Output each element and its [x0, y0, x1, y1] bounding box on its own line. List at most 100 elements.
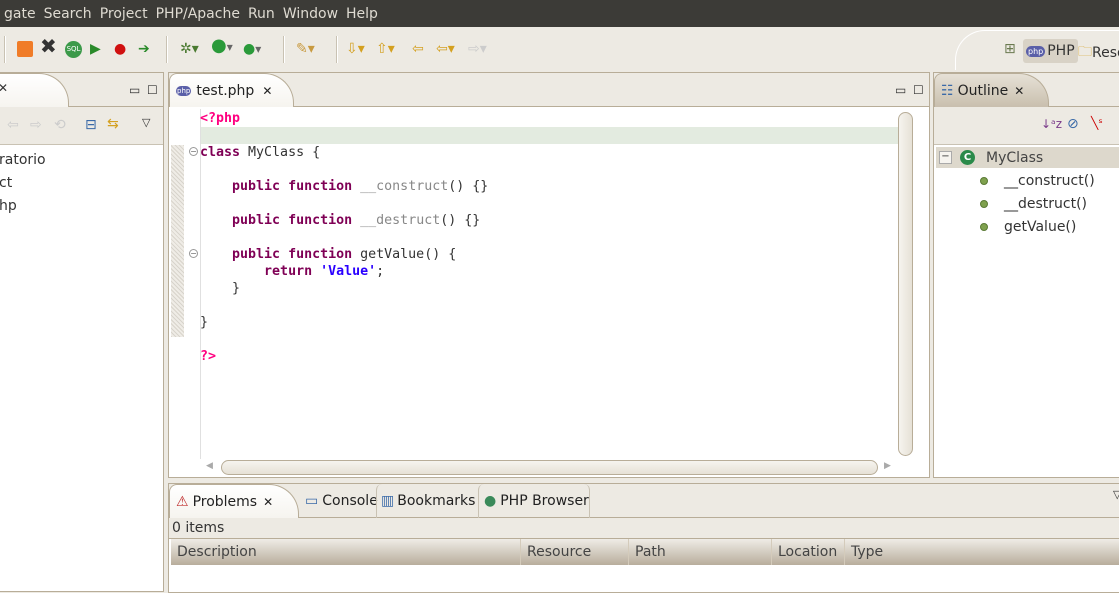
explorer-panel: ✕ ▭ ☐ ⇦ ⇨ ⟲ ⊟ ⇆ ▽ ratorio ct hp [0, 72, 164, 592]
sql-icon[interactable]: SQL [65, 41, 82, 58]
close-icon[interactable]: ✕ [262, 84, 272, 98]
explorer-tab-header: ✕ ▭ ☐ [0, 73, 163, 108]
tree-item[interactable]: hp [0, 195, 46, 218]
tree-item[interactable]: ct [0, 172, 46, 195]
debug-icon[interactable]: ✲▾ [180, 39, 199, 59]
scroll-right-icon[interactable]: ▶ [884, 461, 891, 471]
code-line[interactable]: public function __destruct() {} [200, 212, 480, 229]
apache-stop-icon[interactable]: ● [114, 39, 126, 59]
tab-php-browser[interactable]: ● PHP Browser [478, 484, 590, 518]
close-icon[interactable]: ✕ [263, 495, 273, 509]
maximize-icon[interactable]: ☐ [913, 83, 924, 97]
code-token: class [200, 145, 241, 160]
close-icon[interactable]: ✕ [0, 81, 8, 95]
folder-icon: 🗀 [1078, 44, 1092, 60]
maximize-icon[interactable]: ☐ [147, 83, 158, 97]
hide-fields-icon[interactable]: ⊘ [1067, 116, 1079, 132]
up-icon[interactable]: ⟲ [54, 117, 66, 133]
tab-console[interactable]: ▭ Console [299, 484, 378, 518]
code-line[interactable]: public function __construct() {} [200, 178, 488, 195]
problems-table-header: Description Resource Path Location Type [171, 539, 1119, 565]
code-line[interactable]: return 'Value'; [200, 263, 384, 280]
xampp-stop-icon[interactable]: ✖ [40, 36, 57, 56]
class-icon: C [960, 150, 975, 165]
menu-run[interactable]: Run [248, 6, 275, 22]
outline-item[interactable]: __destruct() [980, 193, 1095, 216]
hide-static-icon[interactable]: ╲ˢ [1091, 116, 1103, 130]
perspective-resource-button[interactable]: 🗀 Reso [1078, 41, 1119, 65]
prev-annotation-icon[interactable]: ⇧▾ [376, 39, 395, 59]
apache-start-icon[interactable]: ▶ [90, 39, 101, 59]
code-line[interactable]: ?> [200, 348, 216, 365]
explorer-tree: ratorio ct hp [0, 149, 46, 218]
vertical-scrollbar[interactable] [898, 112, 913, 456]
xampp-icon[interactable] [17, 41, 33, 57]
collapse-icon[interactable]: − [939, 151, 952, 164]
column-type[interactable]: Type [845, 539, 1119, 565]
external-tools-icon[interactable]: ●▾ [243, 39, 261, 59]
open-perspective-icon[interactable]: ⊞ [1004, 39, 1016, 59]
code-line[interactable]: } [200, 314, 208, 331]
column-location[interactable]: Location [772, 539, 845, 565]
last-edit-icon[interactable]: ⇦ [412, 39, 424, 59]
run-icon[interactable]: ●▾ [211, 36, 233, 57]
menu-bar: gate Search Project PHP/Apache Run Windo… [0, 0, 1119, 27]
outline-toolbar: ↓ᵃz ⊘ ╲ˢ [934, 107, 1119, 145]
tab-bookmarks[interactable]: ▥ Bookmarks [376, 484, 478, 518]
menu-project[interactable]: Project [100, 6, 148, 22]
outline-tab[interactable]: ☷ Outline ✕ [934, 73, 1049, 107]
menu-search[interactable]: Search [44, 6, 92, 22]
tab-label: Console [322, 493, 378, 509]
menu-navigate[interactable]: gate [4, 6, 36, 22]
bookmarks-icon: ▥ [381, 493, 395, 509]
code-token: () {} [440, 213, 481, 228]
editor-tab-test-php[interactable]: php test.php ✕ [169, 73, 294, 107]
column-path[interactable]: Path [629, 539, 772, 565]
bottom-tab-header: ⚠ Problems ✕ ▭ Console ▥ Bookmarks ● PHP Br… [169, 484, 1119, 518]
outline-class-label: MyClass [986, 149, 1044, 166]
forward-icon[interactable]: ⇨ [30, 117, 42, 133]
column-resource[interactable]: Resource [521, 539, 629, 565]
editor-tab-header: php test.php ✕ ▭ ☐ [169, 73, 929, 107]
forward-icon[interactable]: ⇨▾ [468, 39, 487, 59]
tab-problems[interactable]: ⚠ Problems ✕ [169, 484, 299, 518]
column-description[interactable]: Description [171, 539, 521, 565]
tree-item[interactable]: ratorio [0, 149, 46, 172]
php-file-icon: php [176, 85, 192, 96]
tab-label: PHP Browser [500, 493, 589, 509]
apache-restart-icon[interactable]: ➔ [138, 39, 150, 59]
outline-class-row[interactable]: − C MyClass [936, 147, 1119, 168]
back-icon[interactable]: ⇦▾ [436, 39, 455, 59]
link-editor-icon[interactable]: ⇆ [107, 116, 119, 132]
sort-icon[interactable]: ↓ᵃz [1041, 117, 1062, 131]
outline-item-label: getValue() [1004, 219, 1077, 235]
back-icon[interactable]: ⇦ [7, 117, 19, 133]
code-line[interactable]: } [200, 280, 240, 297]
menu-php-apache[interactable]: PHP/Apache [156, 6, 240, 22]
fold-icon[interactable]: − [189, 147, 198, 156]
separator [4, 36, 6, 63]
scroll-left-icon[interactable]: ◀ [206, 461, 213, 471]
code-token: public [232, 213, 281, 228]
fold-icon[interactable]: − [189, 249, 198, 258]
collapse-all-icon[interactable]: ⊟ [85, 117, 97, 133]
horizontal-scrollbar[interactable] [221, 460, 878, 475]
problems-panel: ⚠ Problems ✕ ▭ Console ▥ Bookmarks ● PHP Br… [168, 483, 1119, 593]
outline-item[interactable]: getValue() [980, 216, 1095, 239]
close-icon[interactable]: ✕ [1014, 84, 1024, 98]
code-line[interactable]: public function getValue() { [200, 246, 456, 263]
explorer-tab[interactable]: ✕ [0, 73, 69, 108]
code-line[interactable]: <?php [200, 110, 240, 127]
minimize-icon[interactable]: ▭ [895, 83, 906, 97]
minimize-icon[interactable]: ▭ [129, 83, 140, 97]
menu-help[interactable]: Help [346, 6, 378, 22]
menu-window[interactable]: Window [283, 6, 338, 22]
outline-item[interactable]: __construct() [980, 170, 1095, 193]
view-menu-icon[interactable]: ▽ [142, 116, 150, 129]
next-annotation-icon[interactable]: ⇩▾ [346, 39, 365, 59]
search-icon[interactable]: ✎▾ [296, 39, 315, 59]
code-line[interactable]: class MyClass { [200, 144, 320, 161]
perspective-php-button[interactable]: php PHP [1023, 39, 1078, 63]
view-menu-icon[interactable]: ▽ [1113, 488, 1119, 501]
